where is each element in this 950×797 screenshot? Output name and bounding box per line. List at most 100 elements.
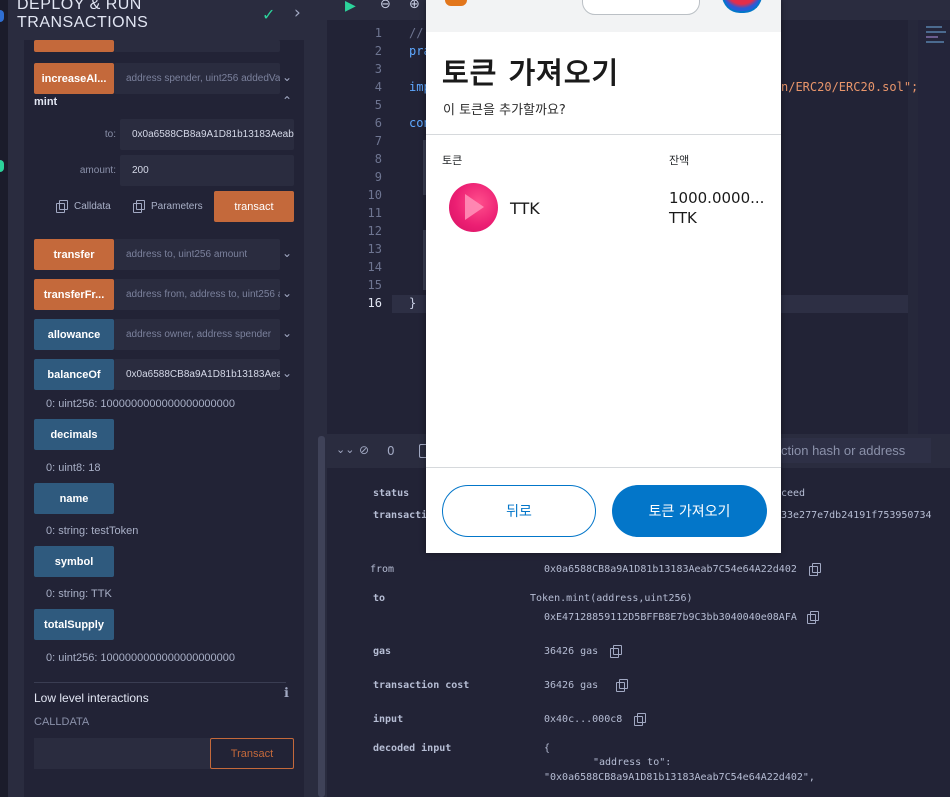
to-key: to <box>373 593 386 604</box>
balance-of-input[interactable]: 0x0a6588CB8a9A1D81b13183Aeab7C54e64A22d4… <box>114 359 280 390</box>
decoded-input-value: "address to": <box>593 757 672 768</box>
transfer-from-button[interactable]: transferFr... <box>34 279 114 310</box>
line-number: 3 <box>374 62 382 76</box>
to-value-function: Token.mint(address,uint256) <box>530 593 693 604</box>
code-line-tail: n/ERC20/ERC20.sol"; <box>781 80 919 94</box>
gas-key: gas <box>373 646 392 657</box>
divider <box>426 134 781 135</box>
line-number: 14 <box>367 260 382 274</box>
plugin-status-icon[interactable] <box>0 160 4 172</box>
chevron-down-icon[interactable]: ⌄ <box>282 366 292 380</box>
transaction-cost-key: transaction cost <box>373 680 470 691</box>
zoom-in-icon[interactable]: ⊕ <box>409 0 420 12</box>
line-number: 9 <box>374 170 382 184</box>
calldata-label[interactable]: Calldata <box>74 201 111 212</box>
chevron-up-icon[interactable]: ⌃ <box>282 94 292 108</box>
info-icon[interactable]: ℹ <box>284 686 289 701</box>
minimap[interactable] <box>918 20 950 434</box>
token-symbol: TTK <box>510 199 540 218</box>
import-token-button[interactable]: 토큰 가져오기 <box>612 485 767 537</box>
increase-allowance-button[interactable]: increaseAl... <box>34 63 114 94</box>
transfer-input[interactable]: address to, uint256 amount <box>114 239 280 270</box>
input-value: 0x40c...000c8 <box>544 714 623 725</box>
from-key: from <box>370 564 395 575</box>
calldata-input[interactable] <box>34 738 210 769</box>
icon-sidebar <box>0 0 8 797</box>
allowance-input[interactable]: address owner, address spender <box>114 319 280 350</box>
chevron-down-icon[interactable]: ⌄ <box>282 286 292 300</box>
mint-heading: mint <box>34 96 58 108</box>
copy-icon[interactable] <box>809 563 821 576</box>
clear-icon[interactable]: ⊘ <box>359 443 369 457</box>
balance-of-output: 0: uint256: 1000000000000000000000 <box>46 398 236 410</box>
partial-function-button[interactable] <box>34 40 114 52</box>
line-number: 8 <box>374 152 382 166</box>
decoded-input-value: "0x0a6588CB8a9A1D81b13183Aeab7C54e64A22d… <box>544 772 815 783</box>
token-column-header: 토큰 <box>442 154 463 167</box>
decoded-input-value: { <box>544 743 551 754</box>
copy-parameters-icon[interactable] <box>133 200 145 213</box>
back-button[interactable]: 뒤로 <box>442 485 596 537</box>
token-icon <box>449 183 498 232</box>
name-button[interactable]: name <box>34 483 114 514</box>
checkmark-icon: ✓ <box>262 5 276 24</box>
transfer-button[interactable]: transfer <box>34 239 114 270</box>
line-number: 13 <box>367 242 382 256</box>
transaction-key: transacti <box>373 510 428 521</box>
terminal-search-input[interactable]: ction hash or address <box>781 438 931 463</box>
line-number: 10 <box>367 188 382 202</box>
copy-icon[interactable] <box>616 679 628 692</box>
zoom-out-icon[interactable]: ⊖ <box>380 0 391 12</box>
chevron-down-icon[interactable]: ⌄ <box>282 326 292 340</box>
decimals-output: 0: uint8: 18 <box>46 462 101 474</box>
run-icon[interactable]: ▶ <box>345 0 356 14</box>
line-number: 1 <box>374 26 382 40</box>
panel-scrollbar[interactable] <box>318 436 325 797</box>
symbol-button[interactable]: symbol <box>34 546 114 577</box>
chevron-down-icon[interactable]: ⌄ <box>282 246 292 260</box>
dialog-title: 토큰 가져오기 <box>442 56 620 90</box>
plugin-icon[interactable] <box>0 10 4 22</box>
total-supply-output: 0: uint256: 1000000000000000000000 <box>46 652 236 664</box>
total-supply-button[interactable]: totalSupply <box>34 609 114 640</box>
line-number: 12 <box>367 224 382 238</box>
copy-icon[interactable] <box>610 645 622 658</box>
copy-calldata-icon[interactable] <box>56 200 68 213</box>
mint-amount-field[interactable]: 200 <box>120 155 294 186</box>
balance-of-button[interactable]: balanceOf <box>34 359 114 390</box>
status-value: ceed <box>781 488 806 499</box>
line-number: 4 <box>374 80 382 94</box>
low-level-transact-button[interactable]: Transact <box>210 738 294 769</box>
transaction-cost-value: 36426 gas <box>544 680 599 691</box>
to-value-address: 0xE47128859112D5BFFB8E7b9C3bb3040040e08A… <box>544 612 797 623</box>
copy-icon[interactable] <box>807 611 819 624</box>
gas-value: 36426 gas <box>544 646 599 657</box>
from-value: 0x0a6588CB8a9A1D81b13183Aeab7C54e64A22d4… <box>544 564 797 575</box>
network-selector[interactable] <box>582 0 700 15</box>
chevron-down-icon[interactable]: ⌄ <box>282 70 292 84</box>
allowance-button[interactable]: allowance <box>34 319 114 350</box>
line-number: 11 <box>367 206 382 220</box>
parameters-label[interactable]: Parameters <box>151 201 203 212</box>
dialog-subtitle: 이 토큰을 추가할까요? <box>443 103 566 118</box>
code-line: } <box>409 296 417 310</box>
pending-count: 0 <box>387 444 395 458</box>
symbol-output: 0: string: TTK <box>46 588 112 600</box>
mint-transact-button[interactable]: transact <box>214 191 294 222</box>
panel-title: DEPLOY & RUN TRANSACTIONS <box>17 0 149 31</box>
mint-to-field[interactable]: 0x0a6588CB8a9A1D81b13183Aeab7C54e64A22d4… <box>120 119 294 150</box>
balance-column-header: 잔액 <box>669 154 690 167</box>
decoded-input-key: decoded input <box>373 743 452 754</box>
transfer-from-input[interactable]: address from, address to, uint256 amount <box>114 279 280 310</box>
line-number: 2 <box>374 44 382 58</box>
collapse-icon[interactable]: ⌄⌄ <box>336 443 354 456</box>
increase-allowance-input[interactable]: address spender, uint256 addedValue <box>114 63 280 94</box>
copy-icon[interactable] <box>634 713 646 726</box>
decimals-button[interactable]: decimals <box>34 419 114 450</box>
metamask-fox-icon <box>445 0 467 6</box>
chevron-right-icon[interactable]: › <box>294 3 301 23</box>
transaction-value: 33e277e7db24191f753950734 <box>781 510 932 521</box>
divider <box>34 682 286 683</box>
partial-function-input[interactable] <box>114 40 280 52</box>
low-level-title: Low level interactions <box>34 691 149 705</box>
